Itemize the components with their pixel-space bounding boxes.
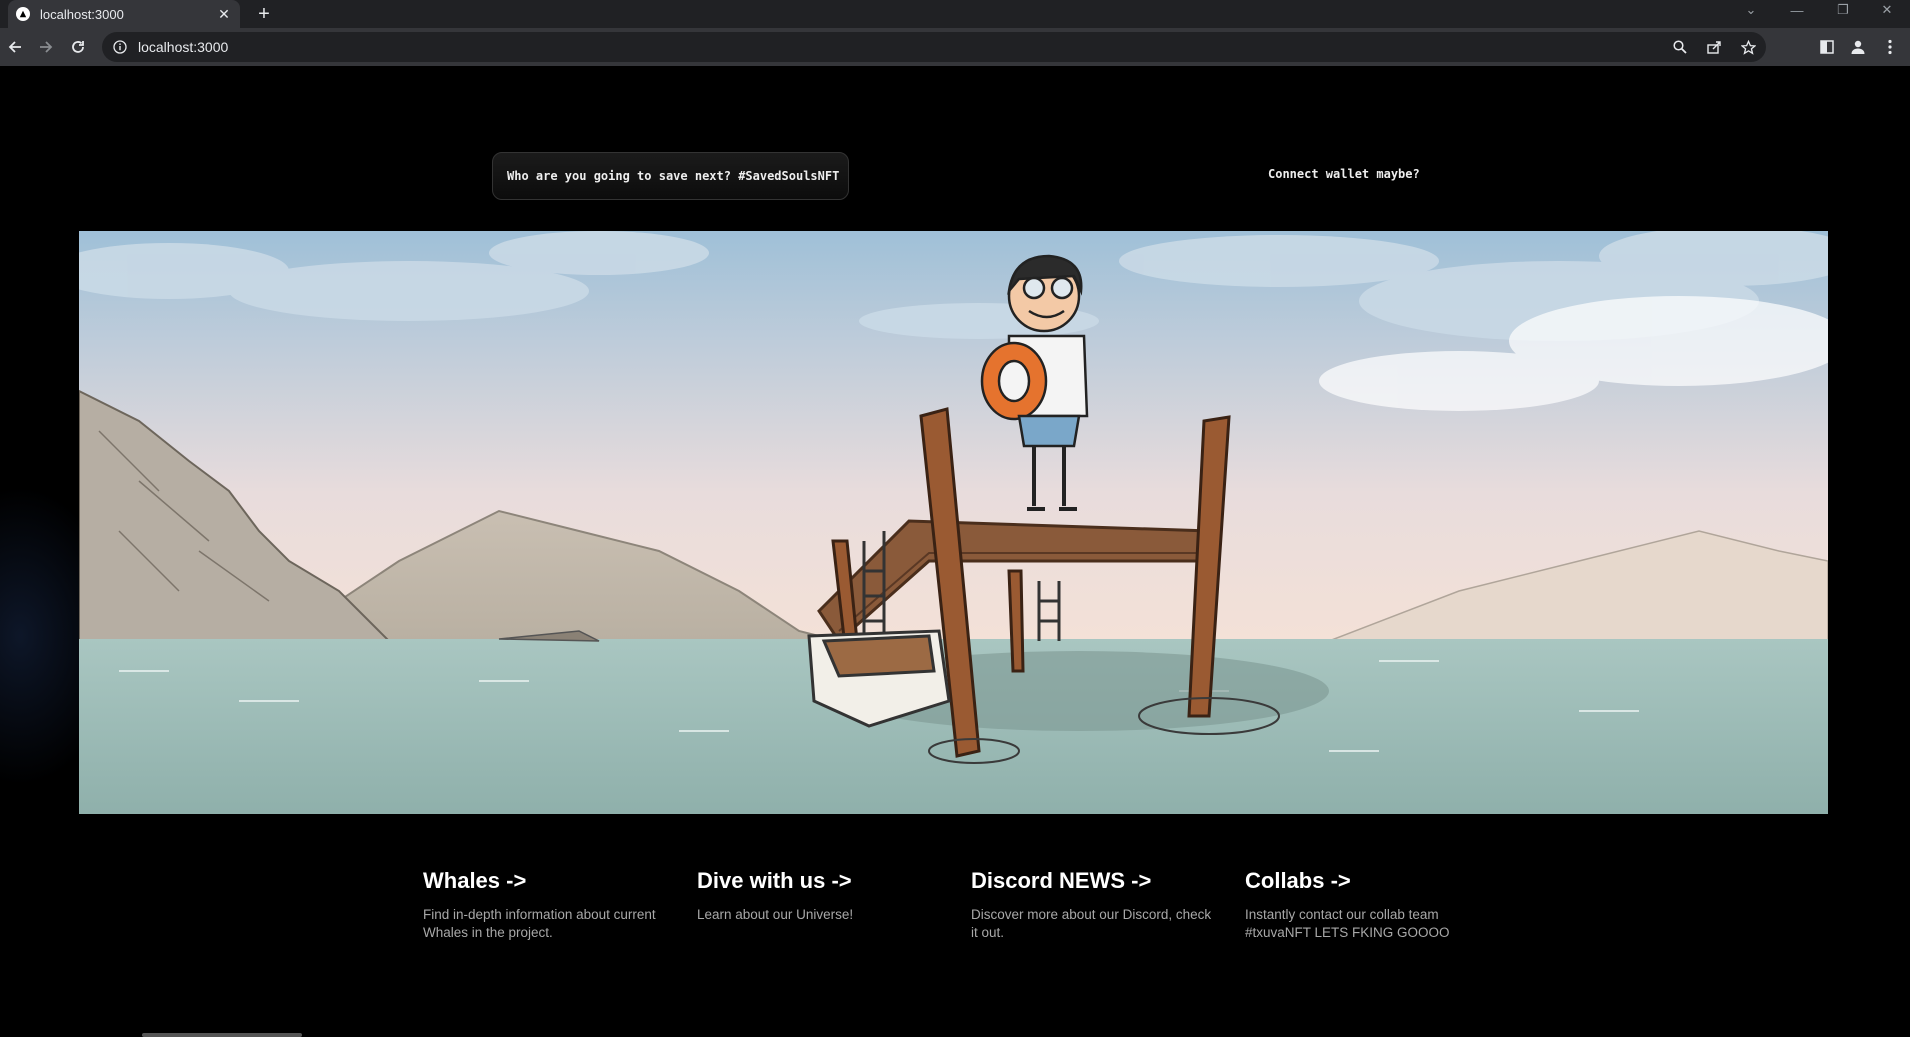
tab-title: localhost:3000 — [40, 6, 124, 22]
close-icon[interactable]: ✕ — [216, 6, 232, 22]
star-icon[interactable] — [1738, 37, 1758, 57]
address-bar[interactable]: localhost:3000 — [102, 32, 1766, 62]
page-content: Who are you going to save next? #SavedSo… — [0, 66, 1910, 1037]
info-icon[interactable] — [112, 39, 128, 55]
arrow-right-icon[interactable] — [34, 35, 58, 59]
card-dive-with-us[interactable]: Dive with us -> Learn about our Universe… — [685, 854, 959, 942]
vercel-triangle-icon — [16, 7, 30, 21]
horizontal-scrollbar-thumb[interactable] — [142, 1033, 302, 1037]
card-whales[interactable]: Whales -> Find in-depth information abou… — [411, 854, 685, 942]
reload-icon[interactable] — [66, 35, 90, 59]
card-title: Discord NEWS -> — [971, 868, 1152, 893]
zoom-icon[interactable] — [1670, 37, 1690, 57]
side-panel-icon[interactable] — [1815, 35, 1839, 59]
tab-search-chevron-icon[interactable]: ⌄ — [1728, 0, 1774, 20]
new-tab-plus-icon[interactable]: + — [252, 2, 276, 26]
browser-toolbar: localhost:3000 — [0, 28, 1910, 66]
card-title: Dive with us -> — [697, 868, 852, 893]
hero-illustration — [79, 231, 1828, 814]
window-close-icon[interactable]: ✕ — [1864, 0, 1910, 20]
card-title: Whales -> — [423, 868, 527, 893]
description-box: Who are you going to save next? #SavedSo… — [492, 152, 849, 200]
card-text: Find in-depth information about current … — [423, 907, 656, 940]
browser-tab[interactable]: localhost:3000 ✕ — [8, 0, 240, 28]
card-collabs[interactable]: Collabs -> Instantly contact our collab … — [1233, 854, 1507, 942]
arrow-left-icon[interactable] — [3, 35, 27, 59]
url-text: localhost:3000 — [138, 39, 229, 55]
connect-wallet-link[interactable]: Connect wallet maybe? — [1268, 167, 1420, 181]
card-text: Learn about our Universe! — [697, 907, 854, 922]
card-text: Instantly contact our collab team #txuva… — [1245, 907, 1450, 940]
minimize-icon[interactable]: — — [1774, 0, 1820, 20]
kebab-menu-icon[interactable] — [1878, 35, 1902, 59]
share-icon[interactable] — [1704, 37, 1724, 57]
card-grid: Whales -> Find in-depth information abou… — [411, 854, 1507, 942]
restore-icon[interactable]: ❐ — [1820, 0, 1866, 20]
card-discord-news[interactable]: Discord NEWS -> Discover more about our … — [959, 854, 1233, 942]
card-text: Discover more about our Discord, check i… — [971, 907, 1212, 940]
profile-icon[interactable] — [1846, 35, 1870, 59]
card-title: Collabs -> — [1245, 868, 1351, 893]
browser-tab-strip: localhost:3000 ✕ + ⌄ — ❐ ✕ — [0, 0, 1910, 28]
